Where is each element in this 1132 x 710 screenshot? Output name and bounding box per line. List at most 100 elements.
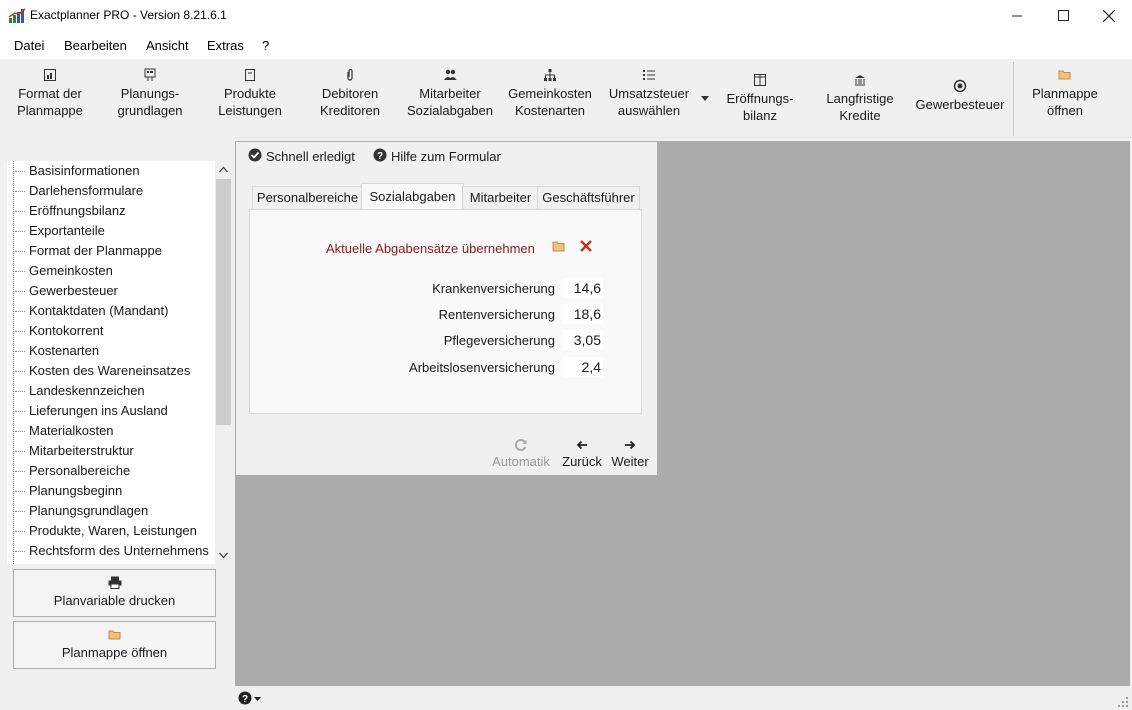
debitoren-kreditoren-button[interactable]: Debitoren Kreditoren	[308, 68, 392, 119]
tab-sozialabgaben[interactable]: Sozialabgaben	[361, 183, 464, 210]
help-icon[interactable]: ?	[238, 691, 252, 705]
eroeffnungsbilanz-button[interactable]: Eröffnungs- bilanz	[716, 73, 804, 124]
menu-ansicht[interactable]: Ansicht	[146, 38, 189, 53]
gemeinkosten-kostenarten-button[interactable]: Gemeinkosten Kostenarten	[504, 68, 596, 119]
gewerbesteuer-button[interactable]: Gewerbesteuer	[912, 79, 1008, 113]
tree-item[interactable]: Gemeinkosten	[7, 261, 113, 281]
gewerbesteuer-label: Gewerbesteuer	[915, 97, 1005, 112]
spreadsheet-icon	[44, 69, 56, 81]
tree-connector	[15, 251, 25, 253]
tree-item[interactable]: Kosten des Wareneinsatzes	[7, 361, 190, 381]
mitarbeiter-sozialabgaben-button[interactable]: Mitarbeiter Sozialabgaben	[402, 68, 498, 119]
tree-item[interactable]: Planungsgrundlagen	[7, 501, 148, 521]
debitoren-label-1: Debitoren	[321, 86, 379, 101]
umsatzsteuer-label-2: auswählen	[617, 103, 681, 118]
weiter-button[interactable]: Weiter	[608, 438, 652, 469]
tree-item[interactable]: Format der Planmappe	[7, 241, 162, 261]
tree-item[interactable]: Exportanteile	[7, 221, 105, 241]
menu-help[interactable]: ?	[262, 38, 269, 53]
tab-mitarbeiter[interactable]: Mitarbeiter	[462, 186, 539, 210]
format-label-1: Format der	[18, 86, 82, 101]
planvariable-drucken-button[interactable]: Planvariable drucken	[13, 569, 216, 617]
folder-open-icon[interactable]	[552, 240, 566, 253]
tree-item[interactable]: Kontokorrent	[7, 321, 103, 341]
produkte-label-1: Produkte	[223, 86, 277, 101]
tree-item[interactable]: Materialkosten	[7, 421, 114, 441]
planmappe-label-2: öffnen	[1047, 103, 1083, 118]
hilfe-zum-formular-link[interactable]: Hilfe zum Formular	[391, 149, 501, 164]
tree-item[interactable]: Produkte, Waren, Leistungen	[7, 521, 197, 541]
planmappe-oeffnen-toolbar-button[interactable]: Planmappe öffnen	[1020, 68, 1110, 119]
tree-guide-line	[13, 161, 14, 564]
tree-item[interactable]: Kontaktdaten (Mandant)	[7, 301, 168, 321]
coin-icon	[953, 79, 967, 93]
tab-geschaeftsfuehrer[interactable]: Geschäftsführer	[537, 186, 640, 210]
tree-connector	[15, 331, 25, 333]
tree-item[interactable]: Kostenarten	[7, 341, 99, 361]
tree-item[interactable]: Gewerbesteuer	[7, 281, 118, 301]
topic-tree[interactable]: Basisinformationen Darlehensformulare Eröf…	[7, 161, 215, 564]
folder-icon	[1058, 70, 1071, 80]
scroll-thumb[interactable]	[216, 179, 231, 425]
planmappe-oeffnen-sidebar-button[interactable]: Planmappe öffnen	[13, 621, 216, 669]
umsatzsteuer-button[interactable]: Umsatzsteuer auswählen	[604, 68, 694, 119]
help-circle-icon[interactable]: ?	[373, 148, 387, 162]
automatik-label: Automatik	[492, 454, 550, 469]
format-planmappe-button[interactable]: Format der Planmappe	[8, 68, 92, 119]
tree-item-label: Kontaktdaten (Mandant)	[29, 303, 169, 318]
mitarbeiter-label-2: Sozialabgaben	[406, 103, 494, 118]
close-button[interactable]	[1086, 0, 1132, 31]
scroll-down-icon[interactable]	[219, 552, 228, 559]
aktuelle-abgabensaetze-link[interactable]: Aktuelle Abgabensätze übernehmen	[326, 241, 535, 256]
maximize-button[interactable]	[1040, 0, 1086, 31]
help-dropdown-icon[interactable]	[254, 697, 261, 701]
schnell-erledigt-link[interactable]: Schnell erledigt	[266, 149, 355, 164]
automatik-button[interactable]: Automatik	[490, 438, 552, 469]
krankenversicherung-field[interactable]: 14,6	[563, 278, 603, 298]
tree-item[interactable]: Darlehensformulare	[7, 181, 143, 201]
tree-connector	[15, 231, 25, 233]
chevron-down-icon[interactable]	[700, 96, 710, 102]
delete-icon[interactable]	[579, 239, 593, 253]
tree-item[interactable]: Planungsbeginn	[7, 481, 122, 501]
tree-item[interactable]: Eröffnungsbilanz	[7, 201, 126, 221]
rentenversicherung-field[interactable]: 18,6	[563, 304, 603, 324]
arrow-right-icon	[625, 440, 636, 450]
tree-item[interactable]: Rechtsform des Unternehmens	[7, 541, 209, 561]
tree-item[interactable]: Basisinformationen	[7, 161, 140, 181]
tree-item-label: Mitarbeiterstruktur	[29, 443, 134, 458]
pflegeversicherung-field[interactable]: 3,05	[563, 330, 603, 350]
tree-item[interactable]: Landeskennzeichen	[7, 381, 145, 401]
check-circle-icon[interactable]	[248, 148, 262, 162]
pflegeversicherung-label: Pflegeversicherung	[443, 333, 555, 348]
app-logo-icon	[8, 8, 26, 23]
tree-item[interactable]: Lieferungen ins Ausland	[7, 401, 168, 421]
arbeitslosenversicherung-field[interactable]: 2,4	[563, 357, 603, 377]
debitoren-label-2: Kreditoren	[320, 103, 380, 118]
planungs-label-1: Planungs-	[120, 86, 180, 101]
mitarbeiter-label-1: Mitarbeiter	[419, 86, 481, 101]
menu-datei[interactable]: Datei	[14, 38, 44, 53]
resize-grip-icon[interactable]	[1118, 697, 1129, 708]
arrow-left-icon	[576, 440, 587, 450]
tree-item-label: Kosten des Wareneinsatzes	[29, 363, 191, 378]
planungsgrundlagen-button[interactable]: Planungs- grundlagen	[108, 68, 192, 119]
list-icon	[643, 70, 655, 80]
produkte-leistungen-button[interactable]: Produkte Leistungen	[208, 68, 292, 119]
menu-extras[interactable]: Extras	[207, 38, 244, 53]
tree-connector	[15, 171, 25, 173]
tree-connector	[15, 431, 25, 433]
menu-bearbeiten[interactable]: Bearbeiten	[64, 38, 127, 53]
tree-item-label: Planungsbeginn	[29, 483, 123, 498]
status-bar	[235, 686, 1132, 710]
tree-connector	[15, 391, 25, 393]
users-icon	[444, 69, 457, 80]
tree-item[interactable]: Personalbereiche	[7, 461, 130, 481]
minimize-button[interactable]	[994, 0, 1040, 31]
tree-item[interactable]: Mitarbeiterstruktur	[7, 441, 134, 461]
zurueck-button[interactable]: Zurück	[558, 438, 606, 469]
langfristige-kredite-button[interactable]: Langfristige Kredite	[814, 73, 906, 124]
tree-connector	[15, 411, 25, 413]
tab-personalbereiche[interactable]: Personalbereiche	[252, 186, 363, 210]
scroll-up-icon[interactable]	[219, 166, 228, 173]
